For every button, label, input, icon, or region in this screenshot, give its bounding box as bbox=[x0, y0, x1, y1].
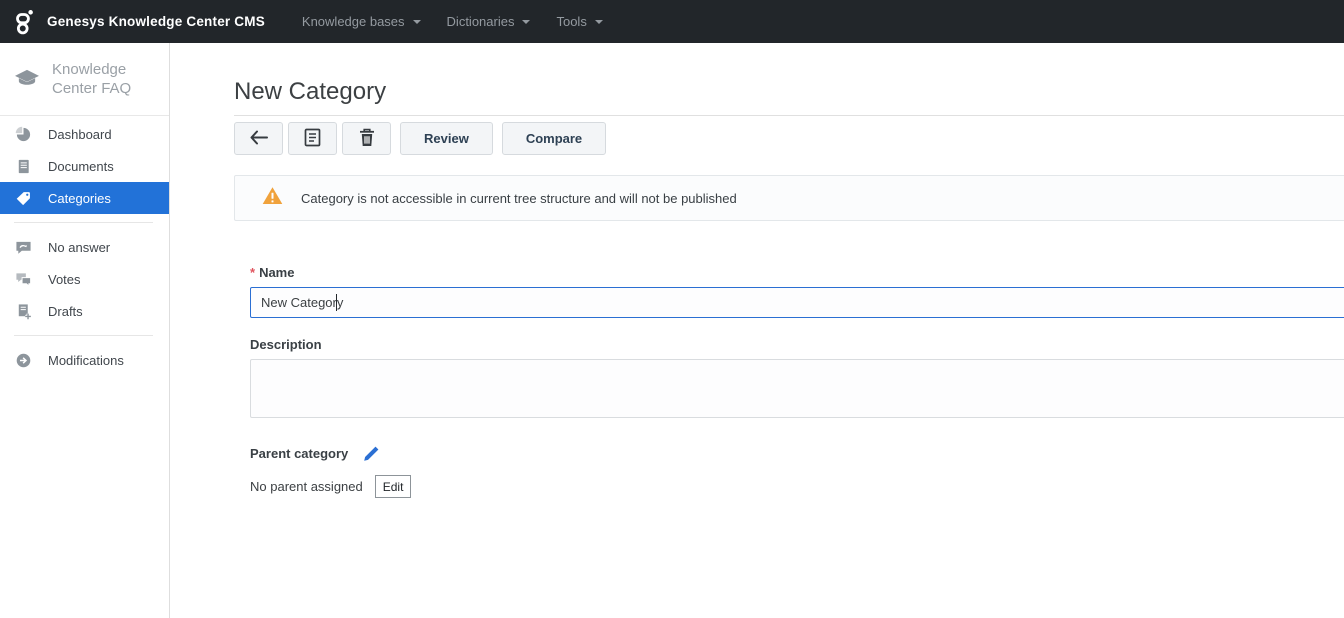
sidebar-item-label: Dashboard bbox=[48, 126, 112, 142]
sidebar-divider bbox=[14, 335, 153, 336]
sidebar-item-drafts[interactable]: Drafts bbox=[0, 295, 169, 327]
sidebar-item-label: Documents bbox=[48, 158, 114, 174]
name-input[interactable] bbox=[250, 287, 1344, 318]
sidebar-item-dashboard[interactable]: Dashboard bbox=[0, 118, 169, 150]
compare-button[interactable]: Compare bbox=[501, 122, 607, 155]
description-textarea[interactable] bbox=[250, 359, 1344, 418]
pie-chart-icon bbox=[14, 125, 32, 143]
sidebar-item-modifications[interactable]: Modifications bbox=[0, 344, 169, 376]
genesys-logo-icon bbox=[14, 8, 35, 35]
sidebar-item-label: No answer bbox=[48, 239, 111, 255]
top-navbar: Genesys Knowledge Center CMS Knowledge b… bbox=[0, 0, 1344, 43]
pencil-icon[interactable] bbox=[362, 444, 381, 463]
parent-value-text: No parent assigned bbox=[250, 479, 363, 494]
warning-triangle-icon bbox=[262, 186, 283, 210]
delete-button[interactable] bbox=[342, 122, 391, 155]
sidebar-item-label: Drafts bbox=[48, 303, 83, 319]
parent-category-label: Parent category bbox=[250, 446, 349, 461]
tag-icon bbox=[14, 189, 32, 207]
sidebar-item-documents[interactable]: Documents bbox=[0, 150, 169, 182]
chat-bubbles-icon bbox=[14, 270, 32, 288]
parent-category-row: Parent category bbox=[250, 444, 1344, 463]
sidebar-item-categories[interactable]: Categories bbox=[0, 182, 169, 214]
menu-tools[interactable]: Tools bbox=[543, 0, 615, 43]
menu-tools-label: Tools bbox=[556, 14, 587, 29]
main-menu: Knowledge bases Dictionaries Tools bbox=[289, 0, 616, 43]
arrow-circle-icon bbox=[14, 351, 32, 369]
sidebar-item-label: Votes bbox=[48, 271, 81, 287]
chevron-down-icon bbox=[594, 19, 603, 24]
sidebar-item-label: Categories bbox=[48, 190, 111, 206]
chevron-down-icon bbox=[522, 19, 531, 24]
toolbar: Review Compare bbox=[234, 122, 1344, 155]
knowledge-base-title: Knowledge Center FAQ bbox=[52, 61, 132, 97]
edit-parent-button[interactable]: Edit bbox=[374, 475, 412, 498]
graduation-cap-icon bbox=[12, 68, 42, 91]
document-icon bbox=[14, 157, 32, 175]
title-divider bbox=[234, 115, 1344, 116]
warning-alert-text: Category is not accessible in current tr… bbox=[301, 190, 737, 206]
speech-bubble-reply-icon bbox=[14, 238, 32, 256]
document-plus-icon bbox=[14, 302, 32, 320]
name-input-wrap bbox=[250, 287, 1344, 318]
menu-knowledge-bases-label: Knowledge bases bbox=[301, 14, 405, 29]
sidebar-item-label: Modifications bbox=[48, 352, 124, 368]
back-button[interactable] bbox=[234, 122, 283, 155]
menu-dictionaries-label: Dictionaries bbox=[446, 14, 515, 29]
chevron-down-icon bbox=[412, 19, 421, 24]
knowledge-base-header[interactable]: Knowledge Center FAQ bbox=[0, 43, 169, 116]
sidebar-divider bbox=[14, 222, 153, 223]
name-label: * Name bbox=[250, 265, 295, 280]
page-title: New Category bbox=[234, 78, 387, 105]
warning-alert: Category is not accessible in current tr… bbox=[234, 175, 1344, 221]
arrow-left-icon bbox=[249, 130, 269, 148]
parent-assignment-row: No parent assigned Edit bbox=[250, 475, 1344, 498]
main-content: New Category Review Compare Category is … bbox=[170, 43, 1344, 618]
description-label: Description bbox=[250, 337, 322, 352]
review-button[interactable]: Review bbox=[400, 122, 493, 155]
document-lines-icon bbox=[304, 128, 321, 150]
view-document-button[interactable] bbox=[288, 122, 337, 155]
required-asterisk: * bbox=[250, 265, 256, 280]
category-form: *Name Description Parent category No par… bbox=[250, 265, 1344, 498]
sidebar: Knowledge Center FAQ Dashboard Documents bbox=[0, 43, 170, 618]
sidebar-item-votes[interactable]: Votes bbox=[0, 263, 169, 295]
menu-dictionaries[interactable]: Dictionaries bbox=[434, 0, 544, 43]
app-title[interactable]: Genesys Knowledge Center CMS bbox=[47, 14, 265, 29]
menu-knowledge-bases[interactable]: Knowledge bases bbox=[289, 0, 434, 43]
text-cursor bbox=[336, 294, 337, 311]
sidebar-item-no-answer[interactable]: No answer bbox=[0, 231, 169, 263]
trash-icon bbox=[359, 128, 375, 150]
